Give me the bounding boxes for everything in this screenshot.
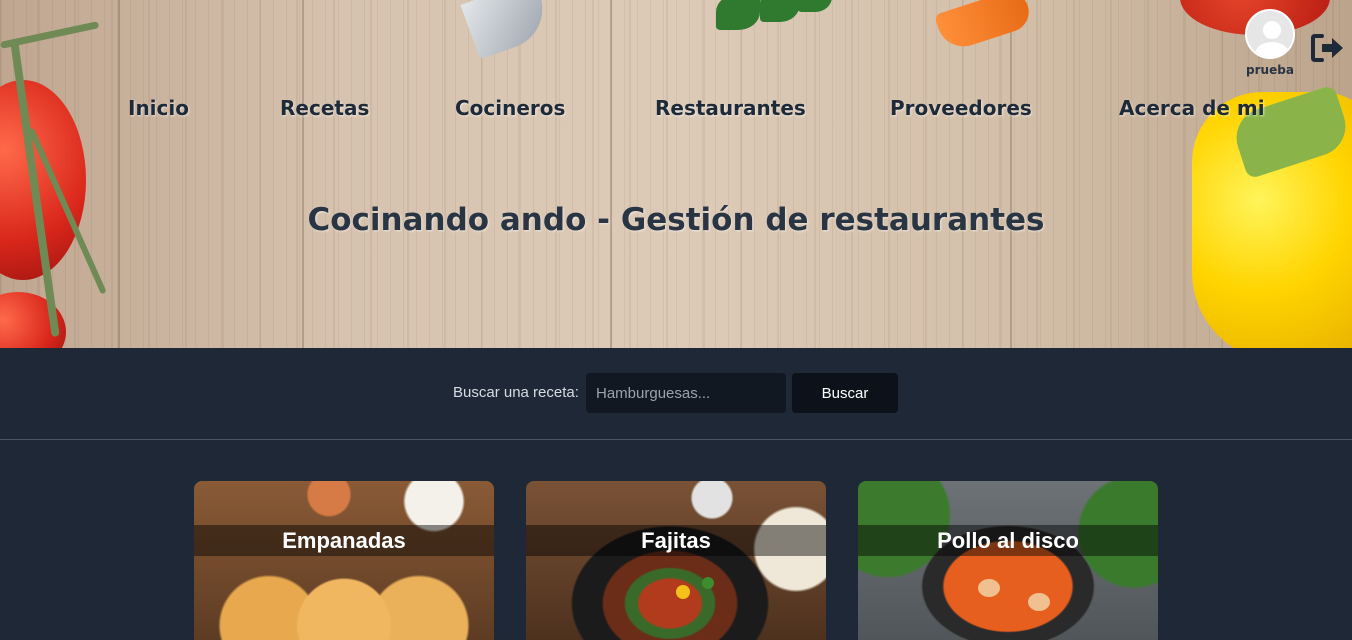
recipe-card-empanadas[interactable]: Empanadas xyxy=(194,481,494,640)
wood-grain-line xyxy=(1010,0,1012,348)
recipe-card-title: Fajitas xyxy=(526,525,826,556)
vine-image xyxy=(0,21,100,49)
nav-item-proveedores[interactable]: Proveedores xyxy=(890,96,1032,120)
search-button[interactable]: Buscar xyxy=(792,373,898,413)
carrot-image xyxy=(934,0,1034,54)
wood-grain-line xyxy=(610,0,612,348)
logout-icon-svg xyxy=(1311,34,1343,62)
hero-banner: Inicio Recetas Cocineros Restaurantes Pr… xyxy=(0,0,1352,348)
recipe-card-pollo-al-disco[interactable]: Pollo al disco xyxy=(858,481,1158,640)
parsley-image xyxy=(760,0,800,22)
page-title: Cocinando ando - Gestión de restaurantes xyxy=(307,202,1045,238)
avatar-body-shape xyxy=(1255,42,1289,57)
nav-item-restaurantes[interactable]: Restaurantes xyxy=(655,96,806,120)
nav-item-inicio[interactable]: Inicio xyxy=(128,96,189,120)
nav-item-recetas[interactable]: Recetas xyxy=(280,96,369,120)
search-label: Buscar una receta: xyxy=(453,384,579,401)
username-label: prueba xyxy=(1246,63,1294,77)
recipe-card-title: Empanadas xyxy=(194,525,494,556)
parsley-image xyxy=(798,0,832,12)
search-input[interactable] xyxy=(586,373,786,413)
pepper-slice-image xyxy=(702,577,714,589)
avatar-head-shape xyxy=(1263,21,1281,39)
chicken-piece-image xyxy=(1028,593,1050,611)
recipe-card-title: Pollo al disco xyxy=(858,525,1158,556)
nav-item-cocineros[interactable]: Cocineros xyxy=(455,96,565,120)
pepper-slice-image xyxy=(676,585,690,599)
wood-grain-line xyxy=(118,0,120,348)
parsley-image xyxy=(716,0,760,30)
recipe-card-fajitas[interactable]: Fajitas xyxy=(526,481,826,640)
knife-image xyxy=(460,0,554,60)
logout-icon[interactable] xyxy=(1310,32,1346,64)
wood-grain-line xyxy=(302,0,304,348)
chicken-piece-image xyxy=(978,579,1000,597)
user-avatar-icon[interactable] xyxy=(1245,9,1295,59)
nav-item-acerca-de-mi[interactable]: Acerca de mi xyxy=(1119,96,1265,120)
